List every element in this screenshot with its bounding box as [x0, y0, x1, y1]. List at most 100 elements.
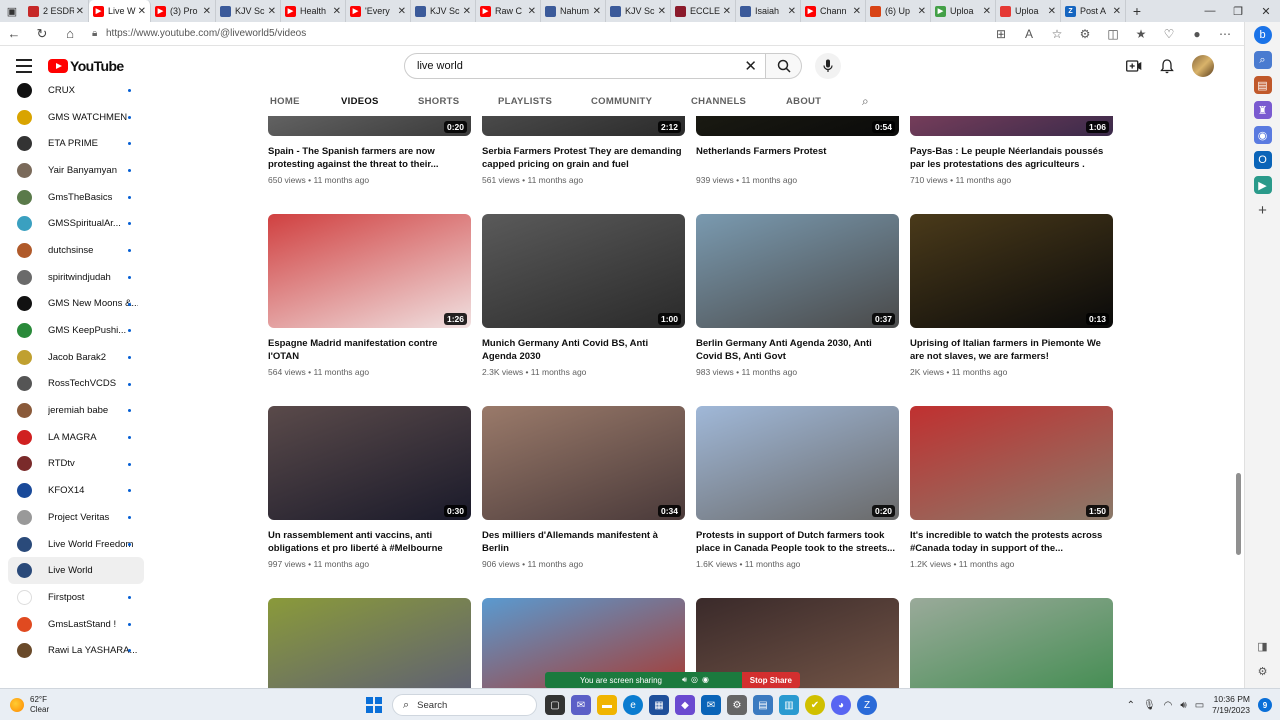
video-card[interactable]: 0:13 Uprising of Italian farmers in Piemo… [910, 214, 1113, 377]
browser-essentials-icon[interactable]: ♡ [1158, 27, 1180, 41]
sidebar-settings-icon[interactable]: ⚙ [1254, 662, 1272, 680]
weather-widget[interactable]: 62°F Clear [10, 695, 90, 715]
video-thumbnail[interactable]: 1:06 [910, 116, 1113, 136]
channel-tab-about[interactable]: ABOUT [786, 96, 862, 107]
browser-tab[interactable]: KJV Sc ✕ [411, 0, 476, 22]
browser-tab[interactable]: ▶ 'Every ✕ [346, 0, 411, 22]
video-title[interactable]: Netherlands Farmers Protest [696, 145, 899, 171]
guide-channel-item[interactable]: LA MAGRA [0, 424, 150, 451]
video-title[interactable]: Serbia Farmers Protest They are demandin… [482, 145, 685, 171]
favorites-icon[interactable]: ★ [1130, 27, 1152, 41]
discord-icon[interactable]: ◕ [831, 695, 851, 715]
search-icon[interactable]: ⌕ [1253, 51, 1272, 69]
video-card[interactable] [910, 598, 1113, 688]
home-icon[interactable]: ⌂ [56, 26, 84, 41]
bing-chat-icon[interactable]: b [1253, 26, 1272, 44]
search-input[interactable] [417, 60, 717, 72]
page-scrollbar[interactable] [1233, 87, 1243, 687]
drop-icon[interactable]: ▶ [1253, 176, 1272, 194]
tab-actions-icon[interactable]: ▣ [0, 0, 24, 22]
video-card[interactable]: 1:26 Espagne Madrid manifestation contre … [268, 214, 471, 377]
guide-channel-item[interactable]: GMS WATCHMEN [0, 104, 150, 131]
profile-icon[interactable]: ● [1186, 27, 1208, 41]
guide-channel-item[interactable]: GmsTheBasics [0, 184, 150, 211]
games-icon[interactable]: ◉ [1253, 126, 1272, 144]
video-title[interactable]: Berlin Germany Anti Agenda 2030, Anti Co… [696, 337, 899, 363]
video-card[interactable]: 0:54 Netherlands Farmers Protest 939 views… [696, 116, 899, 185]
tab-close-icon[interactable]: ✕ [76, 6, 84, 17]
video-title[interactable]: It's incredible to watch the protests ac… [910, 529, 1113, 555]
tray-microphone-icon[interactable]: 🎙︎ [1143, 700, 1156, 711]
channel-tab-shorts[interactable]: SHORTS [418, 96, 498, 107]
video-title[interactable]: Uprising of Italian farmers in Piemonte … [910, 337, 1113, 363]
video-title[interactable]: Protests in support of Dutch farmers too… [696, 529, 899, 555]
video-thumbnail[interactable]: 0:13 [910, 214, 1113, 328]
video-thumbnail[interactable] [268, 598, 471, 688]
browser-tab[interactable]: ▶ Health ✕ [281, 0, 346, 22]
guide-channel-item[interactable]: Yair Banyamyan [0, 157, 150, 184]
video-thumbnail[interactable]: 0:54 [696, 116, 899, 136]
tab-close-icon[interactable]: ✕ [918, 6, 926, 17]
url-field[interactable]: 🔒︎ https://www.youtube.com/@liveworld5/v… [92, 25, 942, 43]
browser-tab[interactable]: Nahum ✕ [541, 0, 606, 22]
video-title[interactable]: Espagne Madrid manifestation contre l'OT… [268, 337, 471, 363]
favorite-star-icon[interactable]: ☆ [1046, 27, 1068, 41]
task-view-icon[interactable]: ▢ [545, 695, 565, 715]
guide-channel-item[interactable]: CRUX [0, 77, 150, 104]
browser-tab[interactable]: Isaiah ✕ [736, 0, 801, 22]
tab-close-icon[interactable]: ✕ [983, 6, 991, 17]
restore-icon[interactable]: ❐ [1224, 5, 1252, 18]
video-thumbnail[interactable]: 1:26 [268, 214, 471, 328]
stop-share-button[interactable]: Stop Share [741, 672, 800, 688]
browser-tab[interactable]: Z Post A ✕ [1061, 0, 1126, 22]
video-thumbnail[interactable]: 0:37 [696, 214, 899, 328]
outlook-icon[interactable]: O [1253, 151, 1272, 169]
video-card[interactable]: 2:12 Serbia Farmers Protest They are dema… [482, 116, 685, 185]
calculator-icon[interactable]: ▤ [753, 695, 773, 715]
close-window-icon[interactable]: ✕ [1252, 5, 1280, 18]
scrollbar-thumb[interactable] [1236, 473, 1241, 555]
browser-tab[interactable]: (6) Up ✕ [866, 0, 931, 22]
guide-channel-item[interactable]: Jacob Barak2 [0, 344, 150, 371]
add-sidebar-app-icon[interactable]: + [1254, 201, 1272, 219]
tab-close-icon[interactable]: ✕ [853, 6, 861, 17]
shopping-icon[interactable]: ▤ [1253, 76, 1272, 94]
account-avatar[interactable] [1192, 55, 1214, 77]
video-card[interactable]: 1:00 Munich Germany Anti Covid BS, Anti A… [482, 214, 685, 377]
start-windows-icon[interactable] [366, 697, 382, 713]
tab-close-icon[interactable]: ✕ [398, 6, 406, 17]
guide-channel-item[interactable]: KFOX14 [0, 477, 150, 504]
guide-channel-item[interactable]: GMS New Moons &... [0, 291, 150, 318]
video-thumbnail[interactable]: 0:20 [696, 406, 899, 520]
guide-channel-item[interactable]: RTDtv [0, 451, 150, 478]
wifi-icon[interactable]: ◠ [1164, 700, 1173, 711]
guide-menu-icon[interactable] [16, 59, 32, 73]
create-video-icon[interactable] [1126, 59, 1142, 73]
guide-channel-item[interactable]: Live World [8, 557, 144, 585]
channel-tab-community[interactable]: COMMUNITY [591, 96, 691, 107]
video-title[interactable]: Pays-Bas : Le peuple Néerlandais poussés… [910, 145, 1113, 171]
guide-channel-item[interactable]: RossTechVCDS [0, 371, 150, 398]
settings-icon[interactable]: ⚙ [727, 695, 747, 715]
clear-search-icon[interactable]: ✕ [744, 57, 757, 75]
video-title[interactable]: Spain - The Spanish farmers are now prot… [268, 145, 471, 171]
norton-icon[interactable]: ✔ [805, 695, 825, 715]
video-card[interactable]: 0:34 Des milliers d'Allemands manifestent… [482, 406, 685, 569]
tab-close-icon[interactable]: ✕ [658, 6, 666, 17]
channel-tab-channels[interactable]: CHANNELS [691, 96, 786, 107]
browser-tab[interactable]: KJV Sc ✕ [216, 0, 281, 22]
tab-close-icon[interactable]: ✕ [723, 6, 731, 17]
guide-channel-item[interactable]: jeremiah babe [0, 397, 150, 424]
channel-tab-playlists[interactable]: PLAYLISTS [498, 96, 591, 107]
guide-channel-item[interactable]: Live World Freedom [0, 531, 150, 558]
video-thumbnail[interactable] [910, 598, 1113, 688]
notifications-bell-icon[interactable] [1160, 58, 1174, 74]
file-explorer-icon[interactable]: ▬ [597, 695, 617, 715]
chat-icon[interactable]: ✉ [571, 695, 591, 715]
more-options-icon[interactable]: ⋯ [1214, 27, 1236, 41]
browser-tab[interactable]: ▶ (3) Pro ✕ [151, 0, 216, 22]
read-aloud-icon[interactable]: A [1018, 27, 1040, 41]
video-thumbnail[interactable]: 2:12 [482, 116, 685, 136]
guide-channel-item[interactable]: GMS KeepPushi... [0, 317, 150, 344]
channel-search-icon[interactable]: ⌕ [862, 94, 869, 109]
